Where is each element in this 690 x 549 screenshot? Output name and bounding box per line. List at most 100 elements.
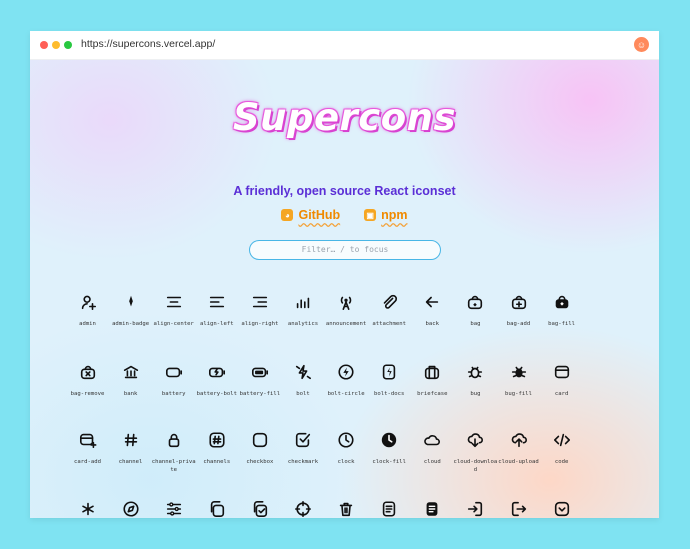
- icon-tile[interactable]: copy-check: [238, 499, 281, 518]
- card-icon: [552, 362, 572, 382]
- align-right-icon: [250, 292, 270, 312]
- icon-tile[interactable]: cloud: [411, 430, 454, 466]
- code-icon: [552, 430, 572, 450]
- icon-tile-label: cloud-upload: [498, 459, 539, 465]
- attachment-icon: [379, 292, 399, 312]
- github-link[interactable]: ◕ GitHub: [281, 208, 340, 222]
- icon-tile[interactable]: cloud-download: [454, 430, 497, 474]
- page-content: Supercons A friendly, open source React …: [30, 60, 659, 518]
- icon-tile[interactable]: attachment: [368, 292, 411, 328]
- icon-tile-label: channel-private: [151, 459, 196, 473]
- minimize-window-button[interactable]: [52, 41, 60, 49]
- maximize-window-button[interactable]: [64, 41, 72, 49]
- icon-tile[interactable]: community: [66, 499, 109, 518]
- icon-tile[interactable]: door-leave: [497, 499, 540, 518]
- icon-tile[interactable]: bolt-circle: [325, 362, 368, 398]
- address-bar[interactable]: https://supercons.vercel.app/: [81, 38, 215, 50]
- icon-tile[interactable]: checkbox: [238, 430, 281, 466]
- icon-tile[interactable]: card-add: [66, 430, 109, 466]
- icon-tile[interactable]: battery-fill: [238, 362, 281, 398]
- checkmark-icon: [293, 430, 313, 450]
- icon-tile[interactable]: code: [540, 430, 583, 466]
- icon-tile[interactable]: bag: [454, 292, 497, 328]
- icon-tile[interactable]: bug: [454, 362, 497, 398]
- icon-tile[interactable]: copy: [195, 499, 238, 518]
- extension-icon[interactable]: ☺: [634, 37, 649, 52]
- icon-tile[interactable]: channel: [109, 430, 152, 466]
- icon-tile-label: analytics: [287, 321, 319, 327]
- icon-tile[interactable]: back: [411, 292, 454, 328]
- icon-tile-label: align-right: [241, 321, 279, 327]
- clock-fill-icon: [379, 430, 399, 450]
- analytics-icon: [293, 292, 313, 312]
- icon-tile[interactable]: checkmark: [282, 430, 325, 466]
- icon-tile[interactable]: channels: [195, 430, 238, 466]
- close-window-button[interactable]: [40, 41, 48, 49]
- icon-tile-label: briefcase: [417, 391, 448, 397]
- icon-tile-label: announcement: [325, 321, 367, 327]
- delete-icon: [336, 499, 356, 518]
- filter-input[interactable]: [249, 240, 441, 260]
- icon-tile[interactable]: admin-badge: [109, 292, 152, 328]
- icon-tile[interactable]: battery-bolt: [195, 362, 238, 398]
- icon-tile[interactable]: bag-fill: [540, 292, 583, 328]
- icon-tile[interactable]: briefcase: [411, 362, 454, 398]
- icon-tile-label: attachment: [372, 321, 407, 327]
- icon-tile[interactable]: compass: [109, 499, 152, 518]
- icon-tile[interactable]: clock: [325, 430, 368, 466]
- align-left-icon: [207, 292, 227, 312]
- icon-tile[interactable]: bank: [109, 362, 152, 398]
- icon-tile[interactable]: clock-fill: [368, 430, 411, 466]
- icon-tile[interactable]: channel-private: [151, 430, 196, 474]
- icon-tile[interactable]: crosshairs: [282, 499, 325, 518]
- icon-tile-label: cloud: [423, 459, 441, 465]
- icon-tile[interactable]: align-left: [195, 292, 238, 328]
- battery-fill-icon: [250, 362, 270, 382]
- icon-tile-label: align-center: [153, 321, 194, 327]
- bank-icon: [121, 362, 141, 382]
- icon-tile[interactable]: bug-fill: [497, 362, 540, 398]
- npm-link[interactable]: ▣ npm: [364, 208, 408, 222]
- checkbox-icon: [250, 430, 270, 450]
- icon-tile-label: clock-fill: [372, 459, 407, 465]
- icon-tile[interactable]: docs: [368, 499, 411, 518]
- icon-tile[interactable]: bag-add: [497, 292, 540, 328]
- channels-icon: [207, 430, 227, 450]
- icon-tile[interactable]: align-center: [152, 292, 195, 328]
- controls-icon: [164, 499, 184, 518]
- icon-tile[interactable]: down: [540, 499, 583, 518]
- icon-tile[interactable]: admin: [66, 292, 109, 328]
- icon-tile[interactable]: battery: [152, 362, 195, 398]
- package-icon: ▣: [364, 209, 377, 221]
- icon-tile[interactable]: card: [540, 362, 583, 398]
- icon-tile[interactable]: docs-fill: [411, 499, 454, 518]
- admin-icon: [78, 292, 98, 312]
- icon-tile[interactable]: cloud-upload: [497, 430, 540, 466]
- icon-tile-label: bag-fill: [548, 321, 576, 327]
- announcement-icon: [336, 292, 356, 312]
- icon-tile-label: bag-add: [506, 321, 531, 327]
- icon-tile-label: bolt: [296, 391, 310, 397]
- cloud-icon: [422, 430, 442, 450]
- icon-tile[interactable]: align-right: [238, 292, 281, 328]
- icon-tile-label: channel: [118, 459, 143, 465]
- icon-tile-label: card: [554, 391, 569, 397]
- bag-remove-icon: [78, 362, 98, 382]
- bag-icon: [465, 292, 485, 312]
- compass-icon: [121, 499, 141, 518]
- crosshairs-icon: [293, 499, 313, 518]
- github-link-label: GitHub: [298, 208, 341, 222]
- icon-tile-label: admin-badge: [112, 321, 150, 327]
- icon-tile-label: bag: [470, 321, 481, 327]
- icon-tile[interactable]: bolt: [282, 362, 325, 398]
- copy-check-icon: [250, 499, 270, 518]
- icon-tile[interactable]: announcement: [325, 292, 368, 328]
- icon-tile[interactable]: controls: [152, 499, 195, 518]
- card-add-icon: [78, 430, 98, 450]
- icon-tile[interactable]: bolt-docs: [368, 362, 411, 398]
- icon-tile[interactable]: analytics: [282, 292, 325, 328]
- icon-tile[interactable]: bag-remove: [66, 362, 109, 398]
- npm-link-label: npm: [381, 208, 408, 222]
- icon-tile[interactable]: door-enter: [454, 499, 497, 518]
- icon-tile[interactable]: delete: [325, 499, 368, 518]
